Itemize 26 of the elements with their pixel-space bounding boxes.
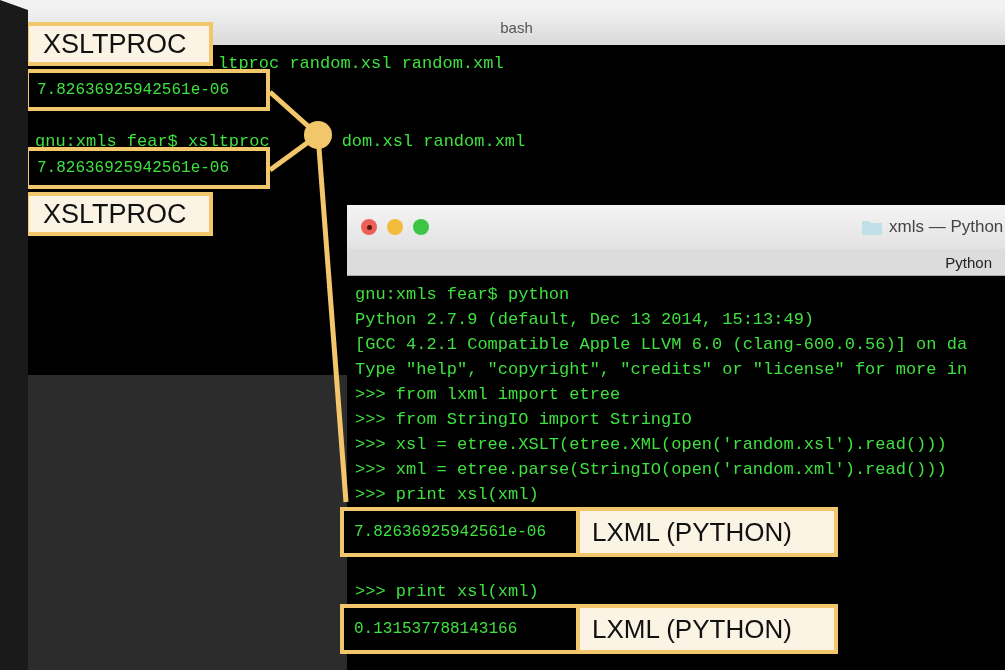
terminal-line: >>> from StringIO import StringIO — [355, 409, 693, 431]
terminal-line: Type "help", "copyright", "credits" or "license" for more in — [355, 359, 969, 381]
terminal-line: [GCC 4.2.1 Compatible Apple LLVM 6.0 (clang-600.0.56)] on da — [355, 334, 969, 356]
folder-icon — [861, 218, 883, 236]
window-title: xmls — Python — [889, 217, 1004, 237]
terminal-line: >>> print xsl(xml) — [355, 581, 540, 603]
zoom-icon[interactable] — [413, 219, 429, 235]
annotation-label: XSLTPROC — [28, 192, 213, 236]
terminal-line: Python 2.7.9 (default, Dec 13 2014, 15:13:49) — [355, 309, 816, 331]
tab[interactable]: Python — [945, 253, 992, 271]
value-callout: 7.82636925942561e-06 — [344, 511, 576, 553]
annotation-label: XSLTPROC — [28, 22, 213, 66]
annotation-label: LXML (PYTHON) — [580, 511, 834, 553]
value-callout: 0.131537788143166 — [344, 608, 576, 650]
annotation-label: LXML (PYTHON) — [580, 608, 834, 650]
terminal-line: >>> print xsl(xml) — [355, 484, 540, 506]
value-callout: 7.82636925942561e-06 — [28, 147, 270, 189]
terminal-line: >>> from lxml import etree — [355, 384, 622, 406]
terminal-line: >>> xml = etree.parse(StringIO(open('random.xml').read())) — [355, 459, 948, 481]
terminal-line: dom.xsl random.xml — [341, 131, 526, 153]
terminal-line: gnu:xmls fear$ python — [355, 284, 571, 306]
value-callout: 7.82636925942561e-06 — [28, 69, 270, 111]
minimize-icon[interactable] — [387, 219, 403, 235]
close-icon[interactable] — [361, 219, 377, 235]
terminal-line: >>> xsl = etree.XSLT(etree.XML(open('random.xsl').read())) — [355, 434, 948, 456]
window-title: bash — [500, 19, 533, 36]
